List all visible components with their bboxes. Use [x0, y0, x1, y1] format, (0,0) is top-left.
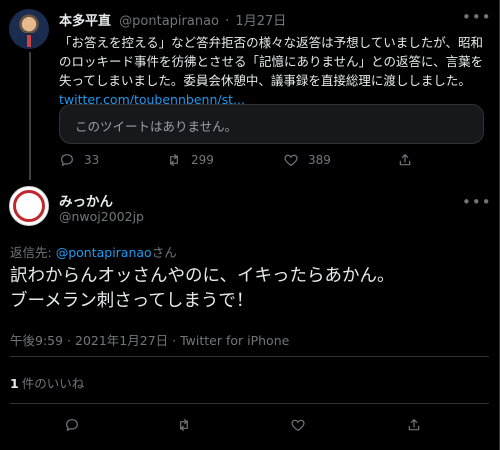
likes-label: 件のいいね [21, 376, 85, 391]
share-upload-icon [399, 154, 411, 166]
parent-tweet[interactable]: 本多平直 @pontapiranao · 1月27日 ••• 「お答えを控える」… [0, 0, 499, 180]
reply-to-suffix: さん [151, 245, 177, 260]
retweet-button[interactable] [176, 415, 192, 435]
like-button[interactable] [290, 415, 306, 435]
tweet-thread: 本多平直 @pontapiranao · 1月27日 ••• 「お答えを控える」… [0, 0, 500, 450]
divider [10, 403, 489, 404]
reply-to-prefix: 返信先: [10, 245, 56, 260]
quoted-tweet-card: このツイートはありません。 [59, 104, 484, 144]
avatar-logo-ring [13, 190, 45, 222]
reply-bubble-icon [66, 419, 78, 431]
parent-action-bar: 33 299 389 [59, 150, 484, 170]
author-name[interactable]: みっかん [59, 190, 113, 210]
share-upload-icon [408, 419, 420, 431]
heart-icon [284, 154, 298, 166]
reply-to-handle-link[interactable]: @pontapiranao [56, 245, 152, 260]
likes-count: 1 [10, 376, 19, 391]
heart-icon [291, 419, 305, 431]
reply-to-line: 返信先: @pontapiranaoさん [10, 242, 177, 261]
author-handle[interactable]: @pontapiranao [119, 14, 219, 29]
tweet-timestamp-source[interactable]: 午後9:59 · 2021年1月27日 · Twitter for iPhone [10, 330, 289, 349]
tweet-text-line: 訳わからんオッさんやのに、イキったらあかん。 [10, 266, 395, 286]
more-icon[interactable]: ••• [462, 193, 492, 211]
thread-connector-line [29, 52, 31, 180]
reply-count: 33 [84, 153, 100, 167]
parent-tweet-text: 「お答えを控える」など答弁拒否の様々な返答は予想していましたが、昭和のロッキード… [59, 33, 484, 109]
reply-button[interactable] [64, 415, 80, 435]
reply-bubble-icon [61, 154, 73, 166]
tweet-body-text: 「お答えを控える」など答弁拒否の様々な返答は予想していましたが、昭和のロッキード… [59, 35, 484, 88]
avatar[interactable] [9, 186, 49, 226]
avatar-tie-shape [27, 35, 31, 47]
retweet-arrows-icon [180, 419, 188, 431]
like-count: 389 [308, 153, 331, 167]
more-icon[interactable]: ••• [462, 8, 492, 26]
likes-summary[interactable]: 1 件のいいね [10, 373, 84, 392]
parent-tweet-header: 本多平直 @pontapiranao · 1月27日 [59, 10, 286, 29]
reply-button[interactable]: 33 [59, 150, 99, 170]
like-button[interactable]: 389 [283, 150, 331, 170]
retweet-arrows-icon [170, 154, 178, 166]
avatar[interactable] [9, 9, 49, 49]
share-button[interactable] [406, 415, 422, 435]
separator-dot: · [225, 14, 230, 29]
tweet-date[interactable]: 1月27日 [235, 14, 286, 29]
share-button[interactable] [397, 150, 413, 170]
retweet-button[interactable]: 299 [166, 150, 214, 170]
tweet-text-line: ブーメラン刺さってしまうで！ [10, 291, 254, 311]
author-name[interactable]: 本多平直 [59, 14, 111, 29]
quote-unavailable-text: このツイートはありません。 [75, 119, 238, 134]
divider [10, 356, 489, 357]
author-handle[interactable]: @nwoj2002jp [59, 209, 144, 224]
main-action-bar [10, 415, 489, 435]
retweet-count: 299 [191, 153, 214, 167]
main-tweet-text: 訳わからんオッさんやのに、イキったらあかん。 ブーメラン刺さってしまうで！ [10, 264, 490, 314]
